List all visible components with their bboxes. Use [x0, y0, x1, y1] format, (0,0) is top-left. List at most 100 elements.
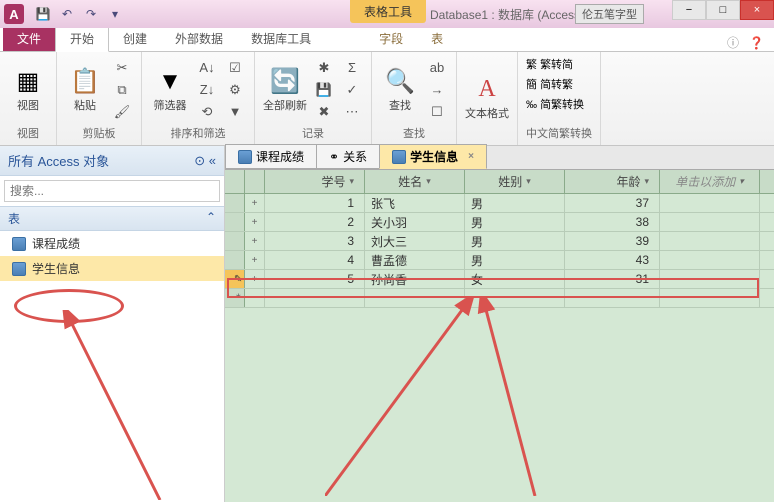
- textfmt-button[interactable]: A文本格式: [465, 74, 509, 121]
- cell-name[interactable]: 张飞: [365, 194, 465, 212]
- new-record-icon[interactable]: ✱: [313, 58, 335, 78]
- view-button[interactable]: ▦视图: [8, 66, 48, 113]
- toggle-filter-icon[interactable]: ▼: [224, 102, 246, 122]
- cell-age[interactable]: 39: [565, 232, 660, 250]
- col-age[interactable]: 年龄▾: [565, 170, 660, 193]
- more-records-icon[interactable]: ⋯: [341, 102, 363, 122]
- cell-name[interactable]: 关小羽: [365, 213, 465, 231]
- cell-add[interactable]: [660, 194, 760, 212]
- cell-id[interactable]: 3: [265, 232, 365, 250]
- cell-add[interactable]: [660, 213, 760, 231]
- simp-trad-convert-button[interactable]: ‰ 简繁转换: [526, 96, 584, 112]
- select-all-corner[interactable]: [225, 170, 245, 193]
- row-selector[interactable]: [225, 194, 245, 212]
- select-icon[interactable]: ☐: [426, 102, 448, 122]
- refresh-button[interactable]: 🔄全部刷新: [263, 66, 307, 113]
- tab-fields[interactable]: 字段: [365, 26, 417, 51]
- selection-icon[interactable]: ☑: [224, 58, 246, 78]
- format-painter-icon[interactable]: 🖌: [111, 102, 133, 122]
- cell-id[interactable]: 1: [265, 194, 365, 212]
- cell-sex[interactable]: 男: [465, 232, 565, 250]
- doc-tab-course-grades[interactable]: 课程成绩: [225, 144, 317, 169]
- search-input[interactable]: [4, 180, 220, 202]
- cell-sex[interactable]: 女: [465, 270, 565, 288]
- table-row[interactable]: +1张飞男37: [225, 194, 774, 213]
- simp-to-trad-button[interactable]: 簡 简转繁: [526, 76, 573, 92]
- expand-toggle[interactable]: +: [245, 194, 265, 212]
- ime-indicator[interactable]: 伦五笔字型: [575, 4, 644, 24]
- filter-button[interactable]: ▼筛选器: [150, 66, 190, 113]
- sort-desc-icon[interactable]: Z↓: [196, 80, 218, 100]
- clear-sort-icon[interactable]: ⟲: [196, 102, 218, 122]
- doc-tab-relations[interactable]: ⚭关系: [316, 144, 380, 169]
- cut-icon[interactable]: ✂: [111, 58, 133, 78]
- tab-dbtools[interactable]: 数据库工具: [237, 26, 325, 51]
- collapse-icon[interactable]: ⌃: [206, 210, 216, 227]
- row-selector[interactable]: [225, 213, 245, 231]
- expand-toggle[interactable]: +: [245, 251, 265, 269]
- cell-age[interactable]: 43: [565, 251, 660, 269]
- chevron-down-icon[interactable]: ⊙ «: [194, 153, 216, 169]
- col-sex[interactable]: 姓别▾: [465, 170, 565, 193]
- redo-icon[interactable]: ↷: [80, 4, 102, 24]
- advanced-icon[interactable]: ⚙: [224, 80, 246, 100]
- close-tab-icon[interactable]: ×: [468, 151, 474, 162]
- row-selector[interactable]: [225, 289, 245, 307]
- tab-create[interactable]: 创建: [109, 26, 161, 51]
- doc-tab-student-info[interactable]: 学生信息×: [379, 144, 487, 169]
- goto-icon[interactable]: →: [426, 80, 448, 100]
- cell-id[interactable]: 5: [265, 270, 365, 288]
- row-selector[interactable]: [225, 251, 245, 269]
- replace-icon[interactable]: ab: [426, 58, 448, 78]
- cell-sex[interactable]: 男: [465, 194, 565, 212]
- cell-age[interactable]: 31: [565, 270, 660, 288]
- expand-toggle[interactable]: +: [245, 270, 265, 288]
- table-row[interactable]: +3刘大三男39: [225, 232, 774, 251]
- undo-icon[interactable]: ↶: [56, 4, 78, 24]
- nav-item-course-grades[interactable]: 课程成绩: [0, 231, 224, 256]
- copy-icon[interactable]: ⧉: [111, 80, 133, 100]
- cell-name[interactable]: 曹孟德: [365, 251, 465, 269]
- nav-item-student-info[interactable]: 学生信息: [0, 256, 224, 281]
- sort-asc-icon[interactable]: A↓: [196, 58, 218, 78]
- tab-file[interactable]: 文件: [3, 26, 55, 51]
- col-id[interactable]: 学号▾: [265, 170, 365, 193]
- table-row[interactable]: +2关小羽男38: [225, 213, 774, 232]
- close-button[interactable]: ×: [740, 0, 774, 20]
- cell-add[interactable]: [660, 251, 760, 269]
- find-button[interactable]: 🔍查找: [380, 66, 420, 113]
- row-selector[interactable]: [225, 232, 245, 250]
- cell-name[interactable]: 刘大三: [365, 232, 465, 250]
- cell-sex[interactable]: 男: [465, 213, 565, 231]
- cell-age[interactable]: 38: [565, 213, 660, 231]
- cell-add[interactable]: [660, 270, 760, 288]
- cell-id[interactable]: 2: [265, 213, 365, 231]
- spelling-icon[interactable]: ✓: [341, 80, 363, 100]
- cell-name[interactable]: 孙尚香: [365, 270, 465, 288]
- nav-section-tables[interactable]: 表 ⌃: [0, 206, 224, 231]
- nav-header[interactable]: 所有 Access 对象 ⊙ «: [0, 146, 224, 176]
- maximize-button[interactable]: □: [706, 0, 740, 20]
- save-icon[interactable]: 💾: [32, 4, 54, 24]
- delete-record-icon[interactable]: ✖: [313, 102, 335, 122]
- col-add[interactable]: 单击以添加▾: [660, 170, 760, 193]
- col-name[interactable]: 姓名▾: [365, 170, 465, 193]
- expand-toggle[interactable]: +: [245, 232, 265, 250]
- tab-table[interactable]: 表: [417, 26, 457, 51]
- paste-button[interactable]: 📋粘贴: [65, 66, 105, 113]
- row-selector[interactable]: [225, 270, 245, 288]
- table-row[interactable]: +5孙尚香女31: [225, 270, 774, 289]
- tab-external[interactable]: 外部数据: [161, 26, 237, 51]
- cell-age[interactable]: 37: [565, 194, 660, 212]
- expand-toggle[interactable]: +: [245, 213, 265, 231]
- cell-sex[interactable]: 男: [465, 251, 565, 269]
- tab-home[interactable]: 开始: [55, 25, 109, 52]
- totals-icon[interactable]: Σ: [341, 58, 363, 78]
- qat-more-icon[interactable]: ▾: [104, 4, 126, 24]
- table-row[interactable]: +4曹孟德男43: [225, 251, 774, 270]
- cell-id[interactable]: 4: [265, 251, 365, 269]
- minimize-button[interactable]: −: [672, 0, 706, 20]
- cell-add[interactable]: [660, 232, 760, 250]
- help-icon[interactable]: ⓘ ❓: [727, 34, 764, 51]
- trad-to-simp-button[interactable]: 繁 繁转简: [526, 56, 573, 72]
